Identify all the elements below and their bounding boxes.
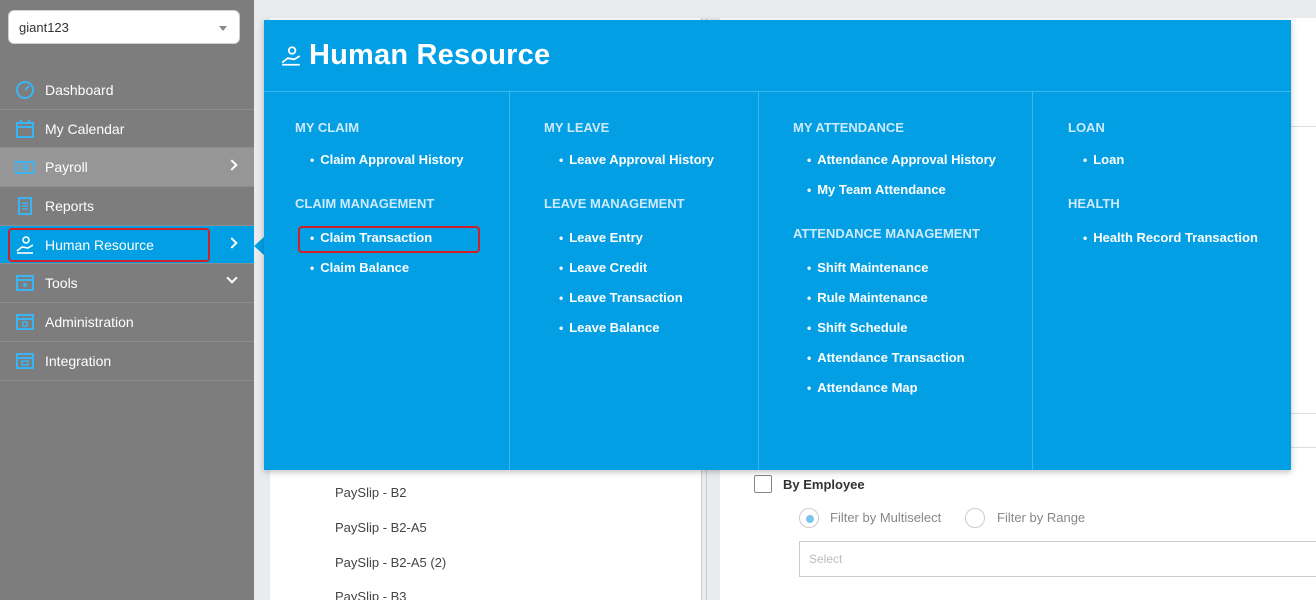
menu-item-leave-credit[interactable]: Leave Credit: [559, 260, 647, 275]
money-icon: [14, 156, 36, 178]
menu-column-leave: MY LEAVE Leave Approval History LEAVE MA…: [510, 92, 759, 470]
filter-range-label: Filter by Range: [997, 510, 1086, 525]
divider: [1290, 413, 1316, 414]
section-title-health: HEALTH: [1068, 196, 1120, 211]
tools-icon: [14, 272, 36, 294]
menu-pointer: [254, 237, 264, 255]
mega-menu-title: Human Resource: [309, 39, 551, 71]
calendar-icon: [14, 118, 36, 140]
mega-menu-header: Human Resource: [264, 20, 1291, 92]
highlight-outline: [8, 227, 210, 262]
filter-multiselect-radio[interactable]: [799, 508, 819, 528]
menu-item-shift-maintenance[interactable]: Shift Maintenance: [807, 260, 928, 275]
divider: [1290, 126, 1316, 127]
menu-item-claim-approval-history[interactable]: Claim Approval History: [310, 152, 463, 167]
section-title-my-attendance: MY ATTENDANCE: [793, 120, 904, 135]
chevron-right-icon: [226, 237, 238, 249]
section-title-claim-management: CLAIM MANAGEMENT: [295, 196, 435, 211]
sidebar-item-dashboard[interactable]: Dashboard: [0, 71, 254, 110]
section-title-my-claim: MY CLAIM: [295, 120, 360, 135]
sidebar-item-human-resource[interactable]: Human Resource: [0, 225, 254, 265]
sidebar-item-label: Tools: [45, 275, 78, 292]
sidebar-item-administration[interactable]: Administration: [0, 303, 254, 342]
filter-range-radio[interactable]: [965, 508, 985, 528]
menu-item-attendance-transaction[interactable]: Attendance Transaction: [807, 350, 964, 365]
menu-item-shift-schedule[interactable]: Shift Schedule: [807, 320, 907, 335]
sidebar-item-reports[interactable]: Reports: [0, 187, 254, 226]
menu-item-leave-entry[interactable]: Leave Entry: [559, 230, 643, 245]
sidebar: giant123 Dashboard My Calendar Payroll R…: [0, 0, 254, 600]
menu-item-claim-balance[interactable]: Claim Balance: [310, 260, 409, 275]
menu-column-loan-health: LOAN Loan HEALTH Health Record Transacti…: [1033, 92, 1291, 470]
section-title-loan: LOAN: [1068, 120, 1105, 135]
sidebar-item-label: Dashboard: [45, 81, 114, 98]
menu-item-health-record-transaction[interactable]: Health Record Transaction: [1083, 230, 1258, 245]
sidebar-item-label: Administration: [45, 313, 134, 330]
hr-icon: [280, 45, 302, 67]
sidebar-item-my-calendar[interactable]: My Calendar: [0, 110, 254, 149]
section-title-leave-management: LEAVE MANAGEMENT: [544, 196, 685, 211]
menu-column-attendance: MY ATTENDANCE Attendance Approval Histor…: [759, 92, 1033, 470]
chevron-down-icon: [226, 272, 238, 285]
menu-item-my-team-attendance[interactable]: My Team Attendance: [807, 182, 946, 197]
company-select[interactable]: giant123: [8, 10, 240, 44]
sidebar-item-label: My Calendar: [45, 120, 125, 137]
company-select-value: giant123: [19, 19, 69, 35]
menu-column-claim: MY CLAIM Claim Approval History CLAIM MA…: [264, 92, 510, 470]
menu-item-leave-approval-history[interactable]: Leave Approval History: [559, 152, 714, 167]
menu-item-loan[interactable]: Loan: [1083, 152, 1124, 167]
chevron-right-icon: [226, 159, 238, 172]
payslip-item[interactable]: PaySlip - B2: [335, 485, 407, 500]
highlight-outline: [298, 226, 480, 253]
menu-item-leave-balance[interactable]: Leave Balance: [559, 320, 659, 335]
sidebar-item-label: Integration: [45, 352, 112, 369]
gauge-icon: [14, 79, 36, 101]
filter-multiselect-label: Filter by Multiselect: [830, 510, 942, 525]
report-icon: [14, 195, 36, 217]
menu-item-rule-maintenance[interactable]: Rule Maintenance: [807, 290, 928, 305]
divider: [1290, 447, 1316, 448]
sidebar-item-label: Payroll: [45, 159, 88, 176]
menu-item-attendance-approval-history[interactable]: Attendance Approval History: [807, 152, 996, 167]
section-title-attendance-management: ATTENDANCE MANAGEMENT: [793, 226, 980, 241]
caret-down-icon: [219, 26, 227, 31]
menu-item-attendance-map[interactable]: Attendance Map: [807, 380, 917, 395]
sidebar-item-payroll[interactable]: Payroll: [0, 148, 254, 188]
employee-select[interactable]: Select: [799, 541, 1316, 577]
sidebar-item-tools[interactable]: Tools: [0, 264, 254, 304]
by-employee-checkbox[interactable]: [754, 475, 772, 493]
admin-icon: [14, 311, 36, 333]
integration-icon: [14, 350, 36, 372]
payslip-item[interactable]: PaySlip - B2-A5 (2): [335, 555, 446, 570]
sidebar-nav: Dashboard My Calendar Payroll Reports Hu…: [0, 71, 254, 381]
payslip-item[interactable]: PaySlip - B2-A5: [335, 520, 427, 535]
menu-item-leave-transaction[interactable]: Leave Transaction: [559, 290, 682, 305]
section-title-my-leave: MY LEAVE: [544, 120, 610, 135]
payslip-item[interactable]: PaySlip - B3: [335, 589, 407, 600]
by-employee-label: By Employee: [783, 477, 865, 492]
sidebar-item-label: Reports: [45, 197, 95, 214]
sidebar-item-integration[interactable]: Integration: [0, 342, 254, 381]
